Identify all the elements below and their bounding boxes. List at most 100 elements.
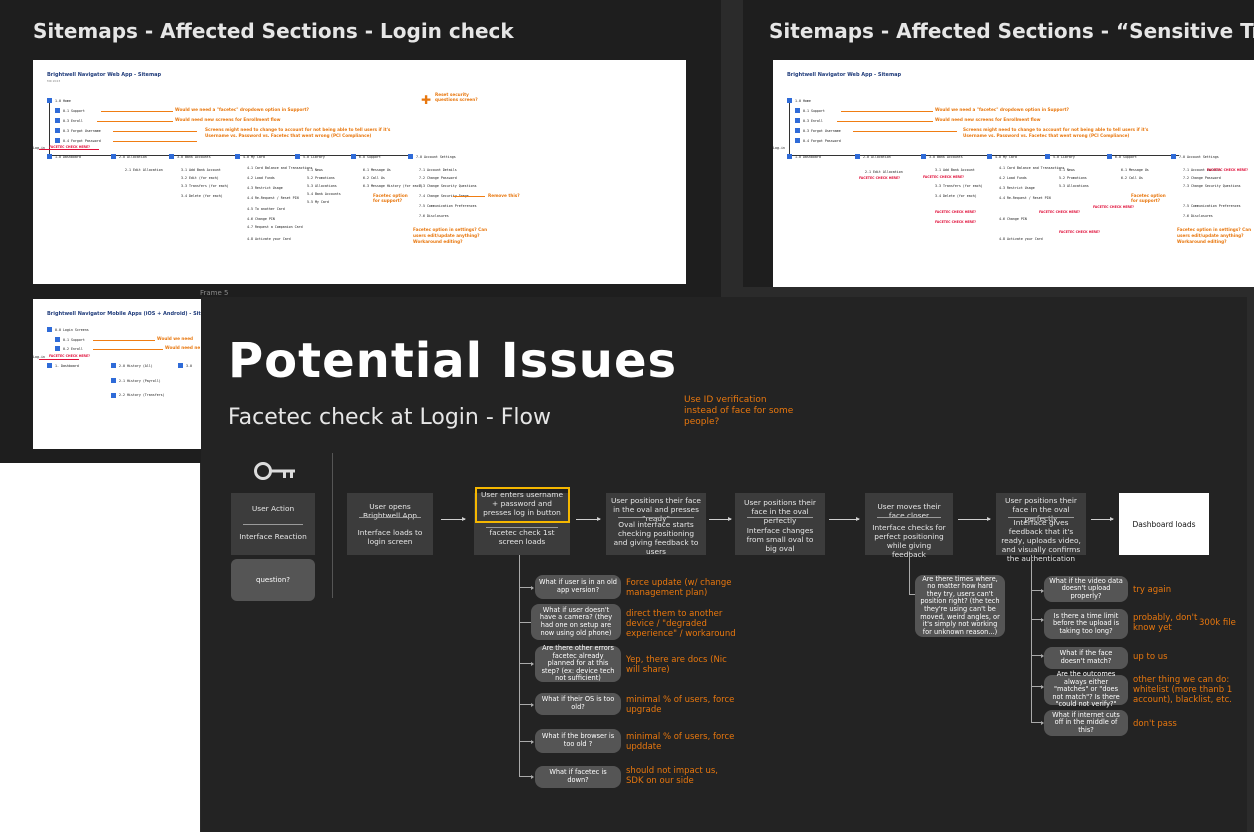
question-internet-cut[interactable]: What if internet cuts off in the middle … bbox=[1044, 710, 1128, 736]
card-item: 4.6 Change PIN bbox=[999, 217, 1027, 221]
mobile-section: 1. Dashboard bbox=[55, 364, 79, 368]
section-bank: 3.0 Bank Accounts bbox=[177, 155, 211, 159]
facetec-check-note: FACETEC CHECK HERE? bbox=[935, 210, 977, 214]
question-text: What if the browser is too old ? bbox=[541, 732, 615, 748]
step-action: User enters username + password and pres… bbox=[480, 490, 564, 517]
branch-line bbox=[519, 555, 520, 777]
node-box bbox=[795, 118, 800, 123]
support-item: 6.1 Message Us bbox=[1121, 168, 1149, 172]
key-icon bbox=[253, 460, 297, 482]
node-box bbox=[795, 108, 800, 113]
annotation-line bbox=[453, 196, 485, 197]
step-position-face[interactable]: User positions their face in the oval an… bbox=[606, 493, 706, 556]
question-cant-position[interactable]: Are there times where, no matter how har… bbox=[915, 575, 1005, 637]
node-forgot-username: 0.3 Forgot Username bbox=[63, 129, 101, 133]
question-old-app[interactable]: What if user is in an old app version? bbox=[535, 575, 621, 599]
node-box bbox=[111, 363, 116, 368]
question-browser-old[interactable]: What if the browser is too old ? bbox=[535, 729, 621, 753]
step-action: User opens Brightwell App bbox=[363, 502, 417, 520]
question-face-match[interactable]: What if the face doesn't match? bbox=[1044, 647, 1128, 669]
question-outcomes[interactable]: Are the outcomes always either "matches"… bbox=[1044, 670, 1128, 708]
legend-card: User Action Interface Reaction bbox=[231, 493, 315, 555]
node-box bbox=[235, 154, 240, 159]
answer-no-camera: direct them to another device / "degrade… bbox=[626, 609, 736, 640]
section-library: 5.0 Library bbox=[1053, 155, 1075, 159]
node-box bbox=[47, 327, 52, 332]
divider bbox=[618, 517, 694, 518]
question-video-upload[interactable]: What if the video data doesn't upload pr… bbox=[1044, 576, 1128, 602]
divider bbox=[877, 517, 941, 518]
question-other-errors[interactable]: Are there other errors facetec already p… bbox=[535, 644, 621, 682]
question-no-camera[interactable]: What if user doesn't have a camera? (the… bbox=[531, 604, 621, 640]
mobile-sitemap-title: Brightwell Navigator Mobile Apps (iOS + … bbox=[47, 311, 217, 317]
settings-item: 7.5 Communication Preferences bbox=[419, 204, 477, 208]
web-sitemap-card-2[interactable]: Brightwell Navigator Web App - Sitemap 1… bbox=[773, 60, 1254, 287]
node-support: 0.1 Support bbox=[803, 109, 825, 113]
legend-question: question? bbox=[231, 559, 315, 601]
question-os-old[interactable]: What if their OS is too old? bbox=[535, 693, 621, 715]
note-facetec-option-2: for support? bbox=[373, 198, 403, 203]
step-open-app[interactable]: User opens Brightwell App Interface load… bbox=[347, 493, 433, 555]
node-box bbox=[55, 346, 60, 351]
branch-tick bbox=[1031, 617, 1044, 622]
node-box bbox=[1107, 154, 1112, 159]
library-item: 5.3 Allocations bbox=[1059, 184, 1089, 188]
flow-arrow bbox=[441, 517, 466, 521]
step-move-closer[interactable]: User moves their face closer Interface c… bbox=[865, 493, 953, 559]
facetec-check-note: FACETEC CHECK HERE? bbox=[1059, 230, 1101, 234]
facetec-check-note: FACETEC CHECK HERE? bbox=[923, 175, 965, 179]
step-dashboard[interactable]: Dashboard loads bbox=[1119, 493, 1209, 555]
branch-tick bbox=[519, 739, 534, 744]
support-item: 6.2 Call Us bbox=[363, 176, 385, 180]
step-action: User positions their face in the oval pe… bbox=[744, 498, 816, 525]
flow-arrow bbox=[1091, 517, 1114, 521]
flow-arrow bbox=[958, 517, 991, 521]
node-box bbox=[921, 154, 926, 159]
branch-tick bbox=[519, 661, 534, 666]
node-box bbox=[55, 138, 60, 143]
question-facetec-down[interactable]: What if facetec is down? bbox=[535, 766, 621, 788]
section-support: 6.0 Support bbox=[1115, 155, 1137, 159]
support-item: 6.2 Call Us bbox=[1121, 176, 1143, 180]
step-face-perfect[interactable]: User positions their face in the oval pe… bbox=[735, 493, 825, 555]
section-allocation: 2.0 Allocation bbox=[119, 155, 147, 159]
web-sitemap-card[interactable]: Brightwell Navigator Web App - Sitemap M… bbox=[33, 60, 686, 284]
answer-internet-cut: don't pass bbox=[1133, 719, 1177, 729]
step-confirm[interactable]: User positions their face in the oval pe… bbox=[996, 493, 1086, 562]
question-time-limit[interactable]: Is there a time limit before the upload … bbox=[1044, 609, 1128, 639]
node-box bbox=[787, 154, 792, 159]
facetec-check-note: FACETEC CHECK HERE? bbox=[1207, 168, 1249, 172]
node-box bbox=[295, 154, 300, 159]
flow-arrow bbox=[829, 517, 860, 521]
frame-title: Sitemaps - Affected Sections - “Sensitiv… bbox=[769, 19, 1254, 43]
section-allocation: 2.0 Allocation bbox=[863, 155, 891, 159]
bank-item: 3.4 Delete (for each) bbox=[181, 194, 223, 198]
question-text: What if the video data doesn't upload pr… bbox=[1049, 576, 1123, 600]
node-box bbox=[178, 363, 183, 368]
mobile-node: 0.1 Support bbox=[63, 338, 85, 342]
mobile-section: 2.2 History (Transfers) bbox=[119, 393, 165, 397]
facetec-check-note: FACETEC CHECK HERE? bbox=[859, 176, 901, 180]
sitemap-subtitle: MR 2023 bbox=[47, 79, 61, 83]
annotation-line bbox=[93, 340, 155, 341]
divider-vertical bbox=[332, 453, 333, 598]
node-box bbox=[55, 128, 60, 133]
branch-tick bbox=[519, 702, 534, 707]
library-item: 5.2 Promotions bbox=[1059, 176, 1087, 180]
bank-item: 3.3 Transfers (for each) bbox=[935, 184, 983, 188]
mobile-section: 3.0 bbox=[186, 364, 192, 368]
step-reaction: Interface changes from small oval to big… bbox=[746, 526, 814, 553]
step-reaction: Oval interface starts checking positioni… bbox=[613, 520, 699, 556]
node-box bbox=[408, 154, 413, 159]
card-item: 4.6 Change PIN bbox=[247, 217, 275, 221]
question-text: Is there a time limit before the upload … bbox=[1052, 611, 1120, 635]
node-enroll: 0.3 Enroll bbox=[803, 119, 823, 123]
potential-issues-frame[interactable]: Potential Issues Facetec check at Login … bbox=[201, 297, 1247, 832]
login-label: Log-in bbox=[773, 146, 785, 150]
library-item: 5.1 News bbox=[307, 168, 323, 172]
bank-item: 3.1 Add Bank Account bbox=[935, 168, 975, 172]
annotation-line bbox=[841, 111, 933, 112]
node-box bbox=[55, 108, 60, 113]
step-action: User moves their face closer bbox=[877, 502, 941, 520]
step-enter-credentials[interactable]: User enters username + password and pres… bbox=[474, 487, 570, 555]
